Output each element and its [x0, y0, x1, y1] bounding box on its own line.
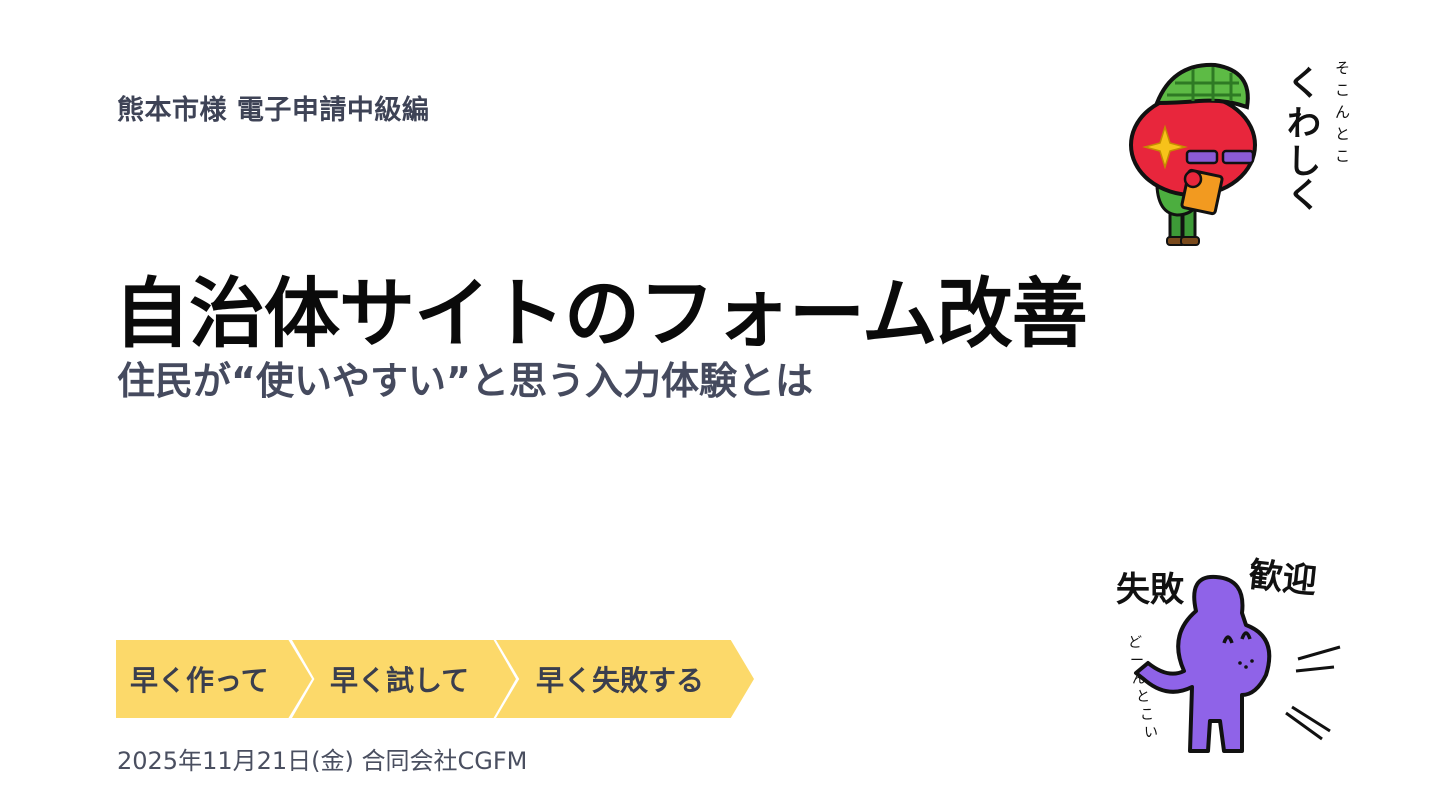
- process-steps: 早く作って 早く試して 早く失敗する: [116, 640, 756, 718]
- slide-subtitle: 住民が“使いやすい”と思う入力体験とは: [117, 359, 813, 403]
- step-fail: 早く失敗する: [496, 640, 754, 718]
- tomato-detective-sticker: くわしく そこんとこ: [1115, 55, 1365, 255]
- footer-date-company: 2025年11月21日(金) 合同会社CGFM: [117, 747, 528, 775]
- tomato-detective-icon: くわしく そこんとこ: [1129, 59, 1350, 246]
- step-build: 早く作って: [116, 640, 312, 718]
- step-test: 早く試して: [292, 640, 516, 718]
- tomato-caption-small: そこんとこ: [1335, 59, 1350, 165]
- slide-title: 自治体サイトのフォーム改善: [114, 269, 1088, 358]
- purple-welcome-sticker: 失敗 歓迎 どーんとこい: [1108, 555, 1348, 765]
- purple-character-icon: 失敗 歓迎 どーんとこい: [1116, 555, 1341, 753]
- purple-caption-right: 歓迎: [1247, 555, 1319, 602]
- purple-caption-left: 失敗: [1116, 570, 1185, 610]
- series-title: 熊本市様 電子申請中級編: [117, 95, 430, 126]
- tomato-caption-large: くわしく: [1287, 64, 1321, 216]
